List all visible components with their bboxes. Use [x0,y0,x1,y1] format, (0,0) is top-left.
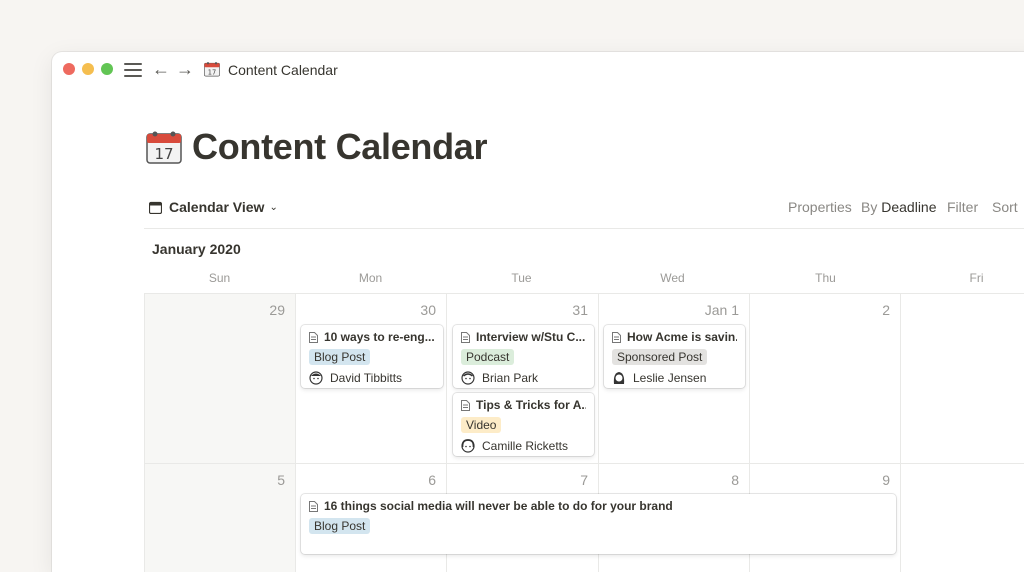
forward-arrow-icon[interactable]: → [176,60,194,78]
properties-button[interactable]: Properties [788,199,852,215]
event-title: 10 ways to re-eng... [324,330,435,344]
day-number: 30 [420,302,436,318]
day-number: 5 [277,472,285,488]
day-number: 31 [572,302,588,318]
group-by-value: Deadline [881,199,937,215]
weekday-header: Sun [208,271,231,285]
event-title: 16 things social media will never be abl… [324,499,673,513]
event-title: How Acme is savin... [627,330,737,344]
event-title: Interview w/Stu C... [476,330,586,344]
menu-icon[interactable] [124,63,142,77]
filter-button[interactable]: Filter [947,199,978,215]
event-tag: Sponsored Post [612,349,708,365]
weekday-header: Wed [660,271,685,285]
day-cell[interactable]: 29 [144,293,296,463]
event-card[interactable]: Interview w/Stu C... Podcast Brian Park [453,325,594,388]
event-card[interactable]: 10 ways to re-eng... Blog Post David Tib… [301,325,443,388]
event-tag: Video [461,417,502,433]
day-cell[interactable] [901,293,1024,463]
view-switcher[interactable]: Calendar View ⌄ [149,199,278,215]
maximize-window-button[interactable] [101,63,113,75]
back-arrow-icon[interactable]: ← [152,60,170,78]
day-cell[interactable]: 2 [750,293,901,463]
calendar-view-icon [149,201,162,214]
close-window-button[interactable] [63,63,75,75]
avatar-icon [461,371,475,385]
avatar-icon [613,372,625,384]
event-person: Camille Ricketts [482,439,569,453]
weekday-header: Tue [511,271,532,285]
page-icon [612,331,621,343]
window-title: Content Calendar [228,62,338,78]
day-cell[interactable] [901,463,1024,572]
svg-text:17: 17 [208,68,216,76]
avatar-icon [461,439,475,453]
minimize-window-button[interactable] [82,63,94,75]
weekday-header: Mon [358,271,383,285]
day-number: Jan 1 [704,302,739,318]
day-cell[interactable]: 5 [144,463,296,572]
page-icon [309,500,318,512]
event-card[interactable]: How Acme is savin... Sponsored Post Lesl… [604,325,745,388]
event-person: Brian Park [482,371,539,385]
view-switcher-label: Calendar View [169,199,265,215]
weekday-header: Thu [815,271,836,285]
calendar-emoji-icon: 17 [204,62,220,77]
event-tag: Blog Post [309,349,371,365]
month-label: January 2020 [152,241,241,257]
page-icon [461,399,470,411]
sort-button[interactable]: Sort [992,199,1018,215]
group-by-button[interactable]: By Deadline [861,199,937,215]
svg-text:17: 17 [154,145,173,163]
day-number: 9 [882,472,890,488]
event-tag: Podcast [461,349,515,365]
day-number: 7 [580,472,588,488]
page-icon [309,331,318,343]
app-window: ← → 17 Content Calendar 17 Content Calen… [52,52,1024,572]
day-number: 2 [882,302,890,318]
calendar-emoji-icon[interactable]: 17 [146,130,182,164]
group-by-label: By [861,199,878,215]
avatar-icon [309,371,323,385]
day-number: 29 [269,302,285,318]
page-icon [461,331,470,343]
weekday-header: Fri [969,271,984,285]
toolbar-divider [144,228,1024,229]
event-title: Tips & Tricks for A... [476,398,586,412]
day-number: 8 [731,472,739,488]
event-card[interactable]: 16 things social media will never be abl… [301,494,896,554]
event-person: Leslie Jensen [633,371,707,385]
chevron-down-icon: ⌄ [269,201,278,213]
title-bar: ← → 17 Content Calendar [52,52,1024,86]
page-title[interactable]: Content Calendar [192,126,488,168]
event-person: David Tibbitts [330,371,403,385]
day-number: 6 [428,472,436,488]
event-card[interactable]: Tips & Tricks for A... Video Camille Ric… [453,393,594,456]
event-tag: Blog Post [309,518,371,534]
